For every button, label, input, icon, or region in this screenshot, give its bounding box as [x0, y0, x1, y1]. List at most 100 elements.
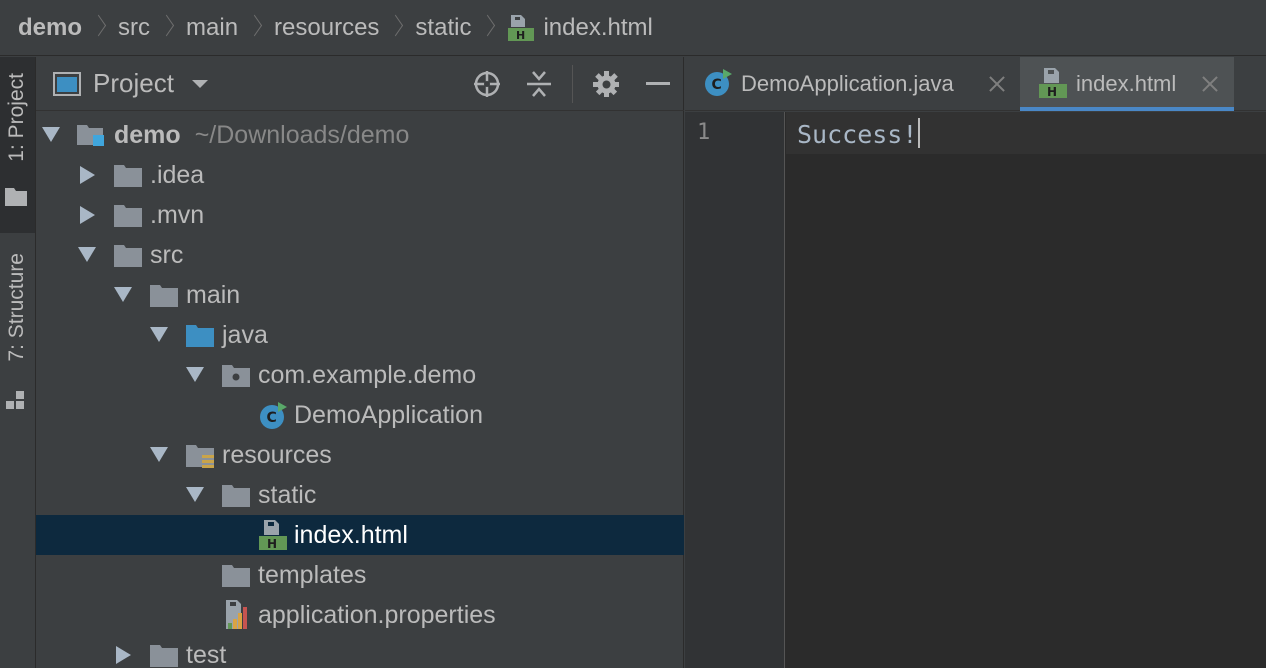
- tree-item-label: templates: [258, 561, 367, 589]
- tree-item-label: java: [222, 321, 268, 349]
- project-panel: Project demo ~/Downloads/demo .idea .mvn…: [36, 57, 684, 668]
- source-folder-icon: [186, 325, 214, 347]
- tree-item-main[interactable]: main: [36, 275, 684, 315]
- breadcrumb-separator: [92, 15, 104, 41]
- code-text: Success!: [797, 120, 918, 149]
- tab-label: index.html: [1076, 71, 1177, 96]
- project-view-icon: [53, 71, 81, 96]
- breadcrumb-separator: [160, 15, 172, 41]
- breadcrumb-separator: [248, 15, 260, 41]
- folder-icon: [150, 645, 178, 667]
- chevron-down-icon[interactable]: [190, 78, 210, 90]
- breadcrumb-resources[interactable]: resources: [274, 14, 379, 42]
- tree-item-templates[interactable]: templates: [36, 555, 684, 595]
- svg-text:H: H: [516, 29, 525, 42]
- expand-arrow-icon[interactable]: [186, 487, 204, 502]
- folder-icon: [222, 485, 250, 507]
- tree-item-demo-application[interactable]: C DemoApplication: [36, 395, 684, 435]
- project-panel-header: Project: [36, 57, 684, 111]
- html-file-icon: H: [508, 14, 535, 42]
- tab-demo-application-java[interactable]: C DemoApplication.java: [685, 57, 1019, 111]
- header-divider: [572, 65, 573, 103]
- navigation-breadcrumb: demo src main resources static H index.h…: [0, 0, 1266, 56]
- project-panel-title[interactable]: Project: [93, 68, 174, 99]
- tab-index-html[interactable]: H index.html: [1020, 57, 1234, 111]
- tree-item-label: static: [258, 481, 317, 509]
- text-caret: [918, 118, 921, 148]
- expand-arrow-icon[interactable]: [186, 367, 204, 382]
- breadcrumb-src[interactable]: src: [118, 14, 150, 42]
- properties-file-icon: [226, 600, 247, 629]
- expand-arrow-icon[interactable]: [150, 327, 168, 342]
- breadcrumb-demo[interactable]: demo: [18, 14, 82, 42]
- expand-arrow-icon[interactable]: [78, 247, 96, 262]
- tree-item-label: src: [150, 241, 184, 269]
- svg-text:C: C: [712, 77, 722, 93]
- project-tool-tab[interactable]: 1: Project: [0, 57, 35, 233]
- svg-text:C: C: [267, 410, 277, 426]
- locate-crosshair-icon[interactable]: [472, 69, 502, 99]
- close-icon[interactable]: [987, 74, 1007, 94]
- tree-item-label: .mvn: [150, 201, 205, 229]
- tree-item-index-html[interactable]: H index.html: [36, 515, 684, 555]
- module-folder-icon: [77, 125, 104, 146]
- structure-tool-label: 7: Structure: [5, 253, 28, 362]
- collapsed-arrow-icon[interactable]: [80, 206, 95, 224]
- svg-text:H: H: [267, 537, 277, 551]
- folder-icon: [5, 188, 27, 206]
- folder-icon: [222, 565, 250, 587]
- close-icon[interactable]: [1200, 74, 1220, 94]
- tree-item-label: main: [186, 281, 241, 309]
- tree-item-java[interactable]: java: [36, 315, 684, 355]
- expand-arrow-icon[interactable]: [150, 447, 168, 462]
- expand-arrow-icon[interactable]: [42, 127, 60, 142]
- folder-icon: [114, 165, 142, 187]
- tree-item-label: index.html: [294, 521, 408, 549]
- code-editor[interactable]: 1 Success!: [685, 112, 1266, 668]
- tab-label: DemoApplication.java: [741, 71, 954, 96]
- tree-item-src[interactable]: src: [36, 235, 684, 275]
- tree-item-label: test: [186, 641, 227, 668]
- html-file-icon: H: [259, 520, 287, 551]
- tree-item-label: .idea: [150, 161, 205, 189]
- project-tree: demo ~/Downloads/demo .idea .mvn src main: [36, 115, 684, 668]
- tree-item-idea[interactable]: .idea: [36, 155, 684, 195]
- line-number: 1: [697, 120, 711, 145]
- line-number-gutter: 1: [685, 112, 785, 668]
- collapsed-arrow-icon[interactable]: [80, 166, 95, 184]
- tree-item-test[interactable]: test: [36, 635, 684, 668]
- structure-tool-tab[interactable]: 7: Structure: [0, 247, 35, 417]
- collapse-all-icon[interactable]: [524, 69, 554, 99]
- tree-item-label: com.example.demo: [258, 361, 477, 389]
- code-line[interactable]: Success!: [797, 118, 921, 149]
- breadcrumb-index-html[interactable]: H index.html: [507, 14, 653, 42]
- gear-icon[interactable]: [591, 69, 621, 99]
- tree-item-mvn[interactable]: .mvn: [36, 195, 684, 235]
- package-icon: [222, 365, 250, 387]
- tree-item-package[interactable]: com.example.demo: [36, 355, 684, 395]
- expand-arrow-icon[interactable]: [114, 287, 132, 302]
- html-file-icon: H: [1039, 68, 1067, 99]
- tree-item-label: demo: [114, 121, 181, 149]
- left-tool-strip: 1: Project 7: Structure: [0, 57, 36, 668]
- project-tool-label: 1: Project: [5, 73, 28, 162]
- tree-item-resources[interactable]: resources: [36, 435, 684, 475]
- java-class-icon: C: [260, 402, 287, 429]
- tree-item-static[interactable]: static: [36, 475, 684, 515]
- breadcrumb-main[interactable]: main: [186, 14, 238, 42]
- folder-icon: [150, 285, 178, 307]
- editor-tab-bar: C DemoApplication.java H index.html: [685, 57, 1266, 111]
- folder-icon: [114, 245, 142, 267]
- minimize-icon[interactable]: [643, 69, 673, 99]
- structure-icon: [6, 391, 26, 416]
- tree-item-demo[interactable]: demo ~/Downloads/demo: [36, 115, 684, 155]
- tree-item-application-properties[interactable]: application.properties: [36, 595, 684, 635]
- java-class-icon: C: [705, 69, 732, 96]
- breadcrumb-separator: [389, 15, 401, 41]
- breadcrumb-separator: [481, 15, 493, 41]
- tree-item-label: application.properties: [258, 601, 496, 629]
- collapsed-arrow-icon[interactable]: [116, 646, 131, 664]
- breadcrumb-static[interactable]: static: [415, 14, 471, 42]
- resources-folder-icon: [186, 445, 214, 468]
- folder-icon: [114, 205, 142, 227]
